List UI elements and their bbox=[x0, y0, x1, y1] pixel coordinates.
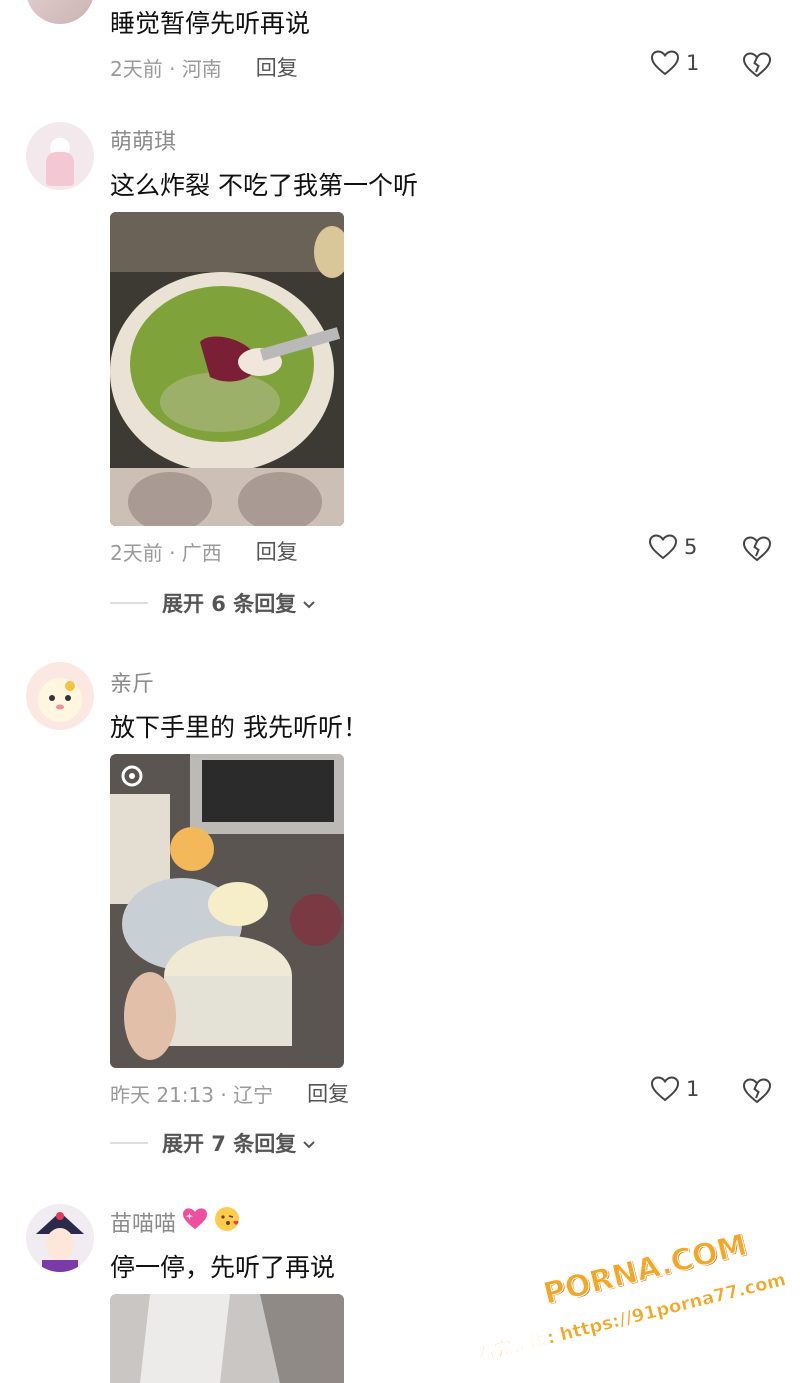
username-text: 苗喵喵 bbox=[110, 1212, 177, 1237]
like-button[interactable]: 5 bbox=[648, 532, 697, 562]
cat-avatar-illustration bbox=[38, 678, 82, 722]
expand-replies-button[interactable]: 展开 6 条回复 bbox=[110, 588, 316, 618]
dislike-button[interactable] bbox=[742, 1076, 772, 1106]
broken-heart-icon bbox=[743, 52, 771, 78]
avatar[interactable] bbox=[26, 0, 94, 24]
chevron-down-icon bbox=[302, 1131, 316, 1155]
like-count: 5 bbox=[684, 535, 698, 559]
expand-replies-button[interactable]: 展开 7 条回复 bbox=[110, 1128, 316, 1158]
broken-heart-icon bbox=[743, 1078, 771, 1104]
comment-text: 放下手里的 我先听听！ bbox=[110, 713, 368, 742]
comment-meta: 2天前 · 河南 回复 bbox=[110, 52, 298, 82]
heart-icon bbox=[650, 48, 680, 78]
comment-time-location: 2天前 · 河南 bbox=[110, 56, 222, 81]
comment-image[interactable] bbox=[110, 754, 344, 1068]
chevron-down-icon bbox=[302, 591, 316, 615]
avatar[interactable] bbox=[26, 122, 94, 190]
reply-button[interactable]: 回复 bbox=[307, 1078, 349, 1108]
comment-image[interactable] bbox=[110, 1294, 344, 1383]
like-button[interactable]: 1 bbox=[650, 48, 699, 78]
heart-icon bbox=[648, 532, 678, 562]
broken-heart-icon bbox=[743, 536, 771, 562]
divider bbox=[110, 602, 148, 604]
comment-text: 这么炸裂 不吃了我第一个听 bbox=[110, 171, 418, 200]
comment-time-location: 2天前 · 广西 bbox=[110, 540, 222, 565]
avatar[interactable] bbox=[26, 662, 94, 730]
heart-icon bbox=[650, 1074, 680, 1104]
comment-meta: 2天前 · 广西 回复 bbox=[110, 536, 298, 566]
reply-button[interactable]: 回复 bbox=[256, 52, 298, 82]
comment-meta: 昨天 21:13 · 辽宁 回复 bbox=[110, 1078, 349, 1108]
username[interactable]: 苗喵喵 bbox=[110, 1206, 240, 1238]
username[interactable]: 萌萌琪 bbox=[110, 124, 176, 156]
expand-replies-label: 展开 6 条回复 bbox=[162, 592, 297, 616]
avatar[interactable] bbox=[26, 1204, 94, 1272]
comment-photo-partial bbox=[110, 1294, 344, 1383]
username[interactable]: 亲斤 bbox=[110, 666, 154, 698]
cake-tin-photo bbox=[110, 754, 344, 1068]
comment-text: 睡觉暂停先听再说 bbox=[110, 9, 311, 38]
dislike-button[interactable] bbox=[742, 50, 772, 80]
comment-time-location: 昨天 21:13 · 辽宁 bbox=[110, 1082, 274, 1107]
comment-text: 停一停，先听了再说 bbox=[110, 1253, 336, 1282]
like-count: 1 bbox=[686, 1077, 700, 1101]
kissing-face-icon bbox=[214, 1206, 240, 1238]
sparkling-heart-icon bbox=[182, 1207, 208, 1237]
dislike-button[interactable] bbox=[742, 534, 772, 564]
divider bbox=[110, 1142, 148, 1144]
matcha-cake-photo bbox=[110, 212, 344, 526]
expand-replies-label: 展开 7 条回复 bbox=[162, 1132, 297, 1156]
empress-avatar-illustration bbox=[36, 1212, 84, 1272]
like-count: 1 bbox=[686, 51, 700, 75]
comment-image[interactable] bbox=[110, 212, 344, 526]
like-button[interactable]: 1 bbox=[650, 1074, 699, 1104]
reply-button[interactable]: 回复 bbox=[256, 536, 298, 566]
